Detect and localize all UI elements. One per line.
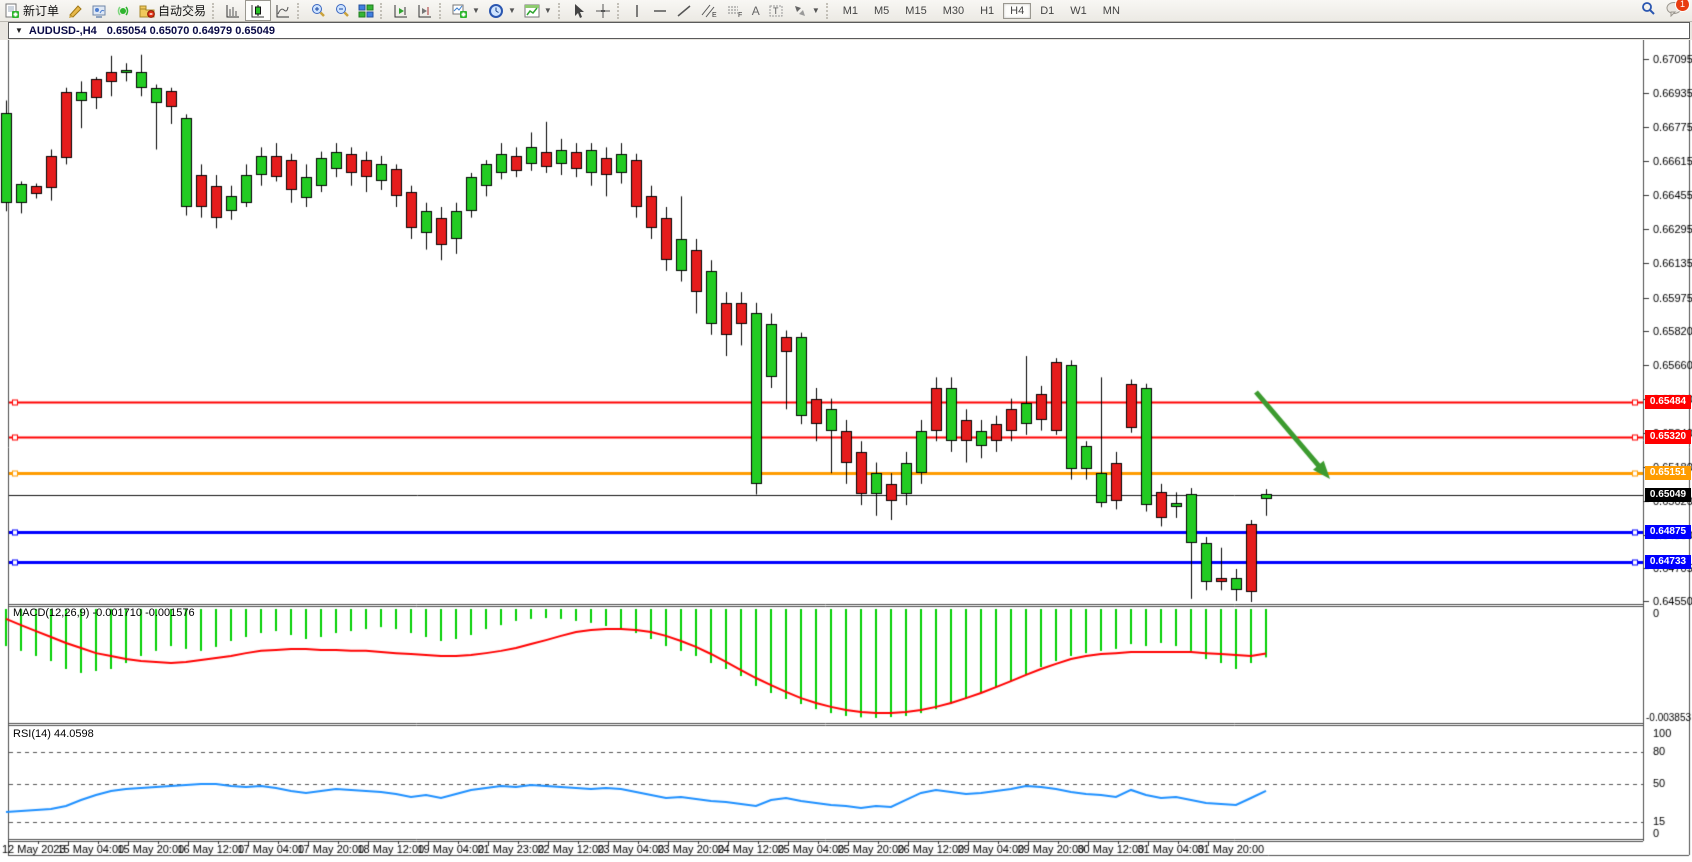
chevron-down-icon[interactable]: ▼: [508, 6, 516, 15]
price-line-label[interactable]: 0.65484: [1645, 395, 1691, 409]
timeframe-h4-button[interactable]: H4: [1003, 3, 1031, 19]
equidistant-channel-tool-button[interactable]: E: [696, 1, 722, 20]
price-line-label[interactable]: 0.64875: [1645, 525, 1691, 539]
auto-scroll-icon: [393, 3, 409, 19]
zoom-in-icon: [310, 3, 326, 19]
notification-badge: 1: [1675, 0, 1690, 12]
vertical-line-icon: [630, 3, 644, 19]
chevron-down-icon[interactable]: ▼: [544, 6, 552, 15]
chart-shift-button[interactable]: [413, 1, 437, 20]
bar-chart-mode-button[interactable]: [221, 1, 245, 20]
auto-trading-button[interactable]: 自动交易: [135, 1, 210, 20]
cursor-icon: [571, 3, 587, 19]
signals-button[interactable]: [111, 1, 135, 20]
toolbar-separator: [826, 3, 833, 19]
crayon-button[interactable]: [63, 1, 87, 20]
search-icon[interactable]: [1640, 1, 1656, 20]
trendline-tool-button[interactable]: [672, 1, 696, 20]
fibonacci-tool-button[interactable]: F: [722, 1, 748, 20]
bar-chart-icon: [225, 3, 241, 19]
auto-scroll-button[interactable]: [389, 1, 413, 20]
svg-text:F: F: [738, 12, 742, 19]
chevron-down-icon[interactable]: ▼: [812, 6, 820, 15]
publisher-icon: [91, 3, 107, 19]
zoom-out-icon: [334, 3, 350, 19]
new-order-label: 新订单: [23, 2, 59, 19]
trendline-icon: [676, 3, 692, 19]
timeframe-h1-button[interactable]: H1: [973, 3, 1001, 19]
cursor-tool-button[interactable]: [567, 1, 591, 20]
toolbar-separator: [297, 3, 304, 19]
new-chart-button[interactable]: ▼: [448, 1, 484, 20]
macd-pane-label: MACD(12,26,9) -0.001710 -0.001576: [13, 607, 195, 619]
indicators-icon: [524, 3, 540, 19]
chevron-down-icon[interactable]: ▼: [472, 6, 480, 15]
arrows-icon: [792, 3, 808, 19]
equidistant-channel-icon: E: [700, 3, 718, 19]
fibonacci-icon: F: [726, 3, 744, 19]
chart-titlebar[interactable]: ▼ AUDUSD-,H4 0.65054 0.65070 0.64979 0.6…: [8, 22, 1690, 39]
arrows-tool-button[interactable]: ▼: [788, 1, 824, 20]
toolbar-separator: [439, 3, 446, 19]
clock-icon: [488, 3, 504, 19]
chart-quotes: 0.65054 0.65070 0.64979 0.65049: [107, 25, 275, 37]
chevron-down-icon[interactable]: ▼: [15, 26, 23, 35]
timeframe-m5-button[interactable]: M5: [867, 3, 896, 19]
svg-text:E: E: [712, 12, 717, 19]
chart-shift-icon: [417, 3, 433, 19]
periods-button[interactable]: ▼: [484, 1, 520, 20]
horizontal-line-tool-button[interactable]: [648, 1, 672, 20]
timeframe-m1-button[interactable]: M1: [836, 3, 865, 19]
auto-trading-label: 自动交易: [158, 2, 206, 19]
crosshair-icon: [595, 3, 611, 19]
text-label-icon: T: [768, 3, 784, 19]
toolbar-separator: [380, 3, 387, 19]
text-tool-button[interactable]: A: [748, 1, 764, 20]
vertical-line-tool-button[interactable]: [626, 1, 648, 20]
zoom-out-button[interactable]: [330, 1, 354, 20]
current-price-label[interactable]: 0.65049: [1645, 488, 1691, 502]
new-order-icon: [4, 3, 20, 19]
timeframe-d1-button[interactable]: D1: [1033, 3, 1061, 19]
tile-windows-icon: [358, 3, 374, 19]
price-line-label[interactable]: 0.64733: [1645, 555, 1691, 569]
toolbar-separator: [558, 3, 565, 19]
tile-windows-button[interactable]: [354, 1, 378, 20]
line-chart-mode-button[interactable]: [271, 1, 295, 20]
toolbar-separator: [212, 3, 219, 19]
price-line-label[interactable]: 0.65151: [1645, 466, 1691, 480]
horizontal-line-icon: [652, 3, 668, 19]
timeframe-m30-button[interactable]: M30: [936, 3, 971, 19]
text-icon: A: [752, 4, 760, 18]
zoom-in-button[interactable]: [306, 1, 330, 20]
new-order-button[interactable]: 新订单: [0, 1, 63, 20]
candlestick-icon: [250, 3, 266, 19]
svg-text:T: T: [773, 6, 779, 16]
main-toolbar: 新订单 自动交易: [0, 0, 1692, 22]
new-chart-icon: [452, 3, 468, 19]
rsi-pane-label: RSI(14) 44.0598: [13, 728, 94, 740]
line-chart-icon: [275, 3, 291, 19]
timeframe-mn-button[interactable]: MN: [1096, 3, 1127, 19]
toolbar-separator: [617, 3, 624, 19]
indicators-button[interactable]: ▼: [520, 1, 556, 20]
main-chart-canvas[interactable]: [0, 40, 1692, 862]
candlestick-mode-button[interactable]: [245, 0, 271, 21]
publisher-button[interactable]: [87, 1, 111, 20]
chart-symbol-period: AUDUSD-,H4: [29, 25, 97, 37]
timeframe-w1-button[interactable]: W1: [1063, 3, 1094, 19]
price-line-label[interactable]: 0.65320: [1645, 430, 1691, 444]
notifications-button[interactable]: 1: [1666, 1, 1684, 20]
timeframe-m15-button[interactable]: M15: [898, 3, 933, 19]
auto-trading-icon: [139, 3, 155, 19]
crosshair-tool-button[interactable]: [591, 1, 615, 20]
crayon-icon: [67, 3, 83, 19]
signals-icon: [115, 3, 131, 19]
text-label-tool-button[interactable]: T: [764, 1, 788, 20]
